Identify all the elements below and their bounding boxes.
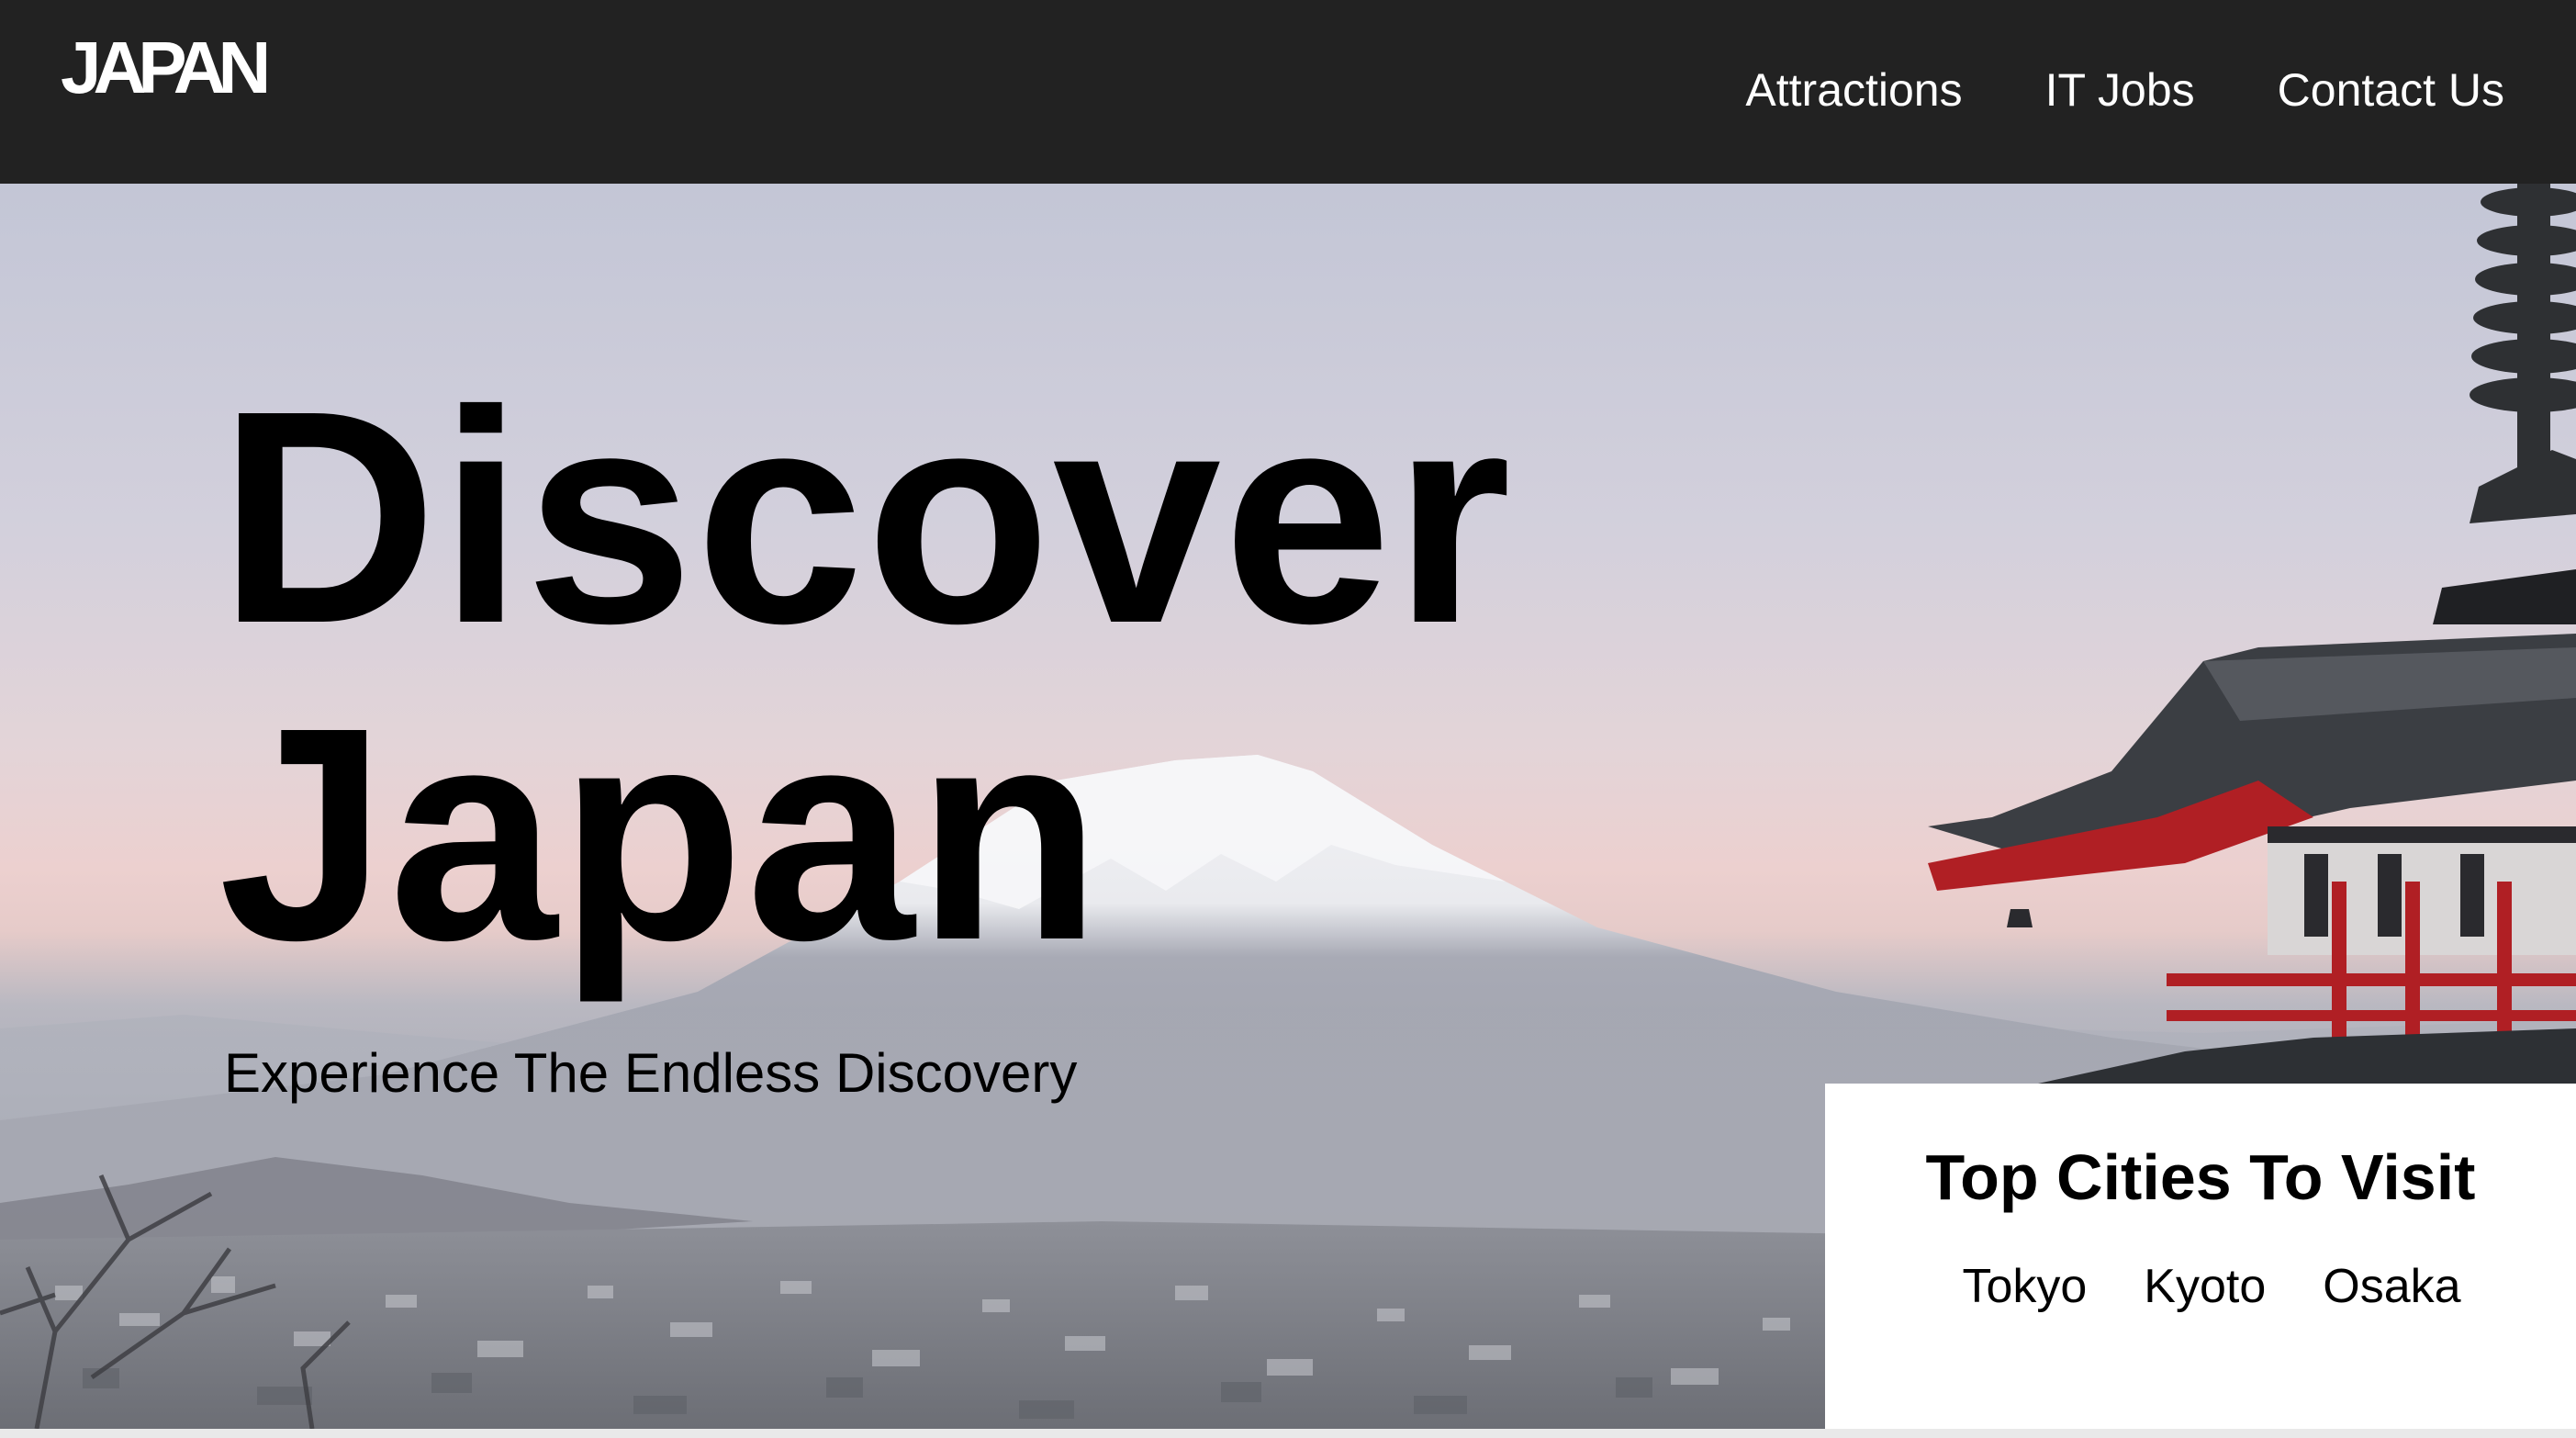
nav-link-it-jobs[interactable]: IT Jobs: [2045, 62, 2195, 118]
top-navbar: JAPAN Attractions IT Jobs Contact Us: [0, 0, 2576, 184]
page: JAPAN Attractions IT Jobs Contact Us Dis…: [0, 0, 2576, 1438]
top-cities-title: Top Cities To Visit: [1925, 1141, 2476, 1213]
page-bottom-divider: [0, 1429, 2576, 1438]
pagoda-illustration: [1928, 184, 2576, 1093]
city-link-tokyo[interactable]: Tokyo: [1962, 1258, 2087, 1315]
top-cities-card: Top Cities To Visit Tokyo Kyoto Osaka: [1825, 1084, 2576, 1429]
nav-link-attractions[interactable]: Attractions: [1745, 62, 1962, 118]
hero-title-line1: Discover: [218, 347, 1514, 686]
nav-links: Attractions IT Jobs Contact Us: [1745, 62, 2504, 118]
city-list: Tokyo Kyoto Osaka: [1825, 1258, 2576, 1315]
city-link-kyoto[interactable]: Kyoto: [2144, 1258, 2266, 1315]
site-logo[interactable]: JAPAN: [61, 31, 271, 105]
hero-title-line2: Japan: [218, 664, 1103, 1003]
hero-title: Discover Japan: [218, 358, 1513, 992]
city-link-osaka[interactable]: Osaka: [2323, 1258, 2460, 1315]
hero-subtitle: Experience The Endless Discovery: [224, 1042, 1078, 1104]
nav-link-contact-us[interactable]: Contact Us: [2278, 62, 2504, 118]
